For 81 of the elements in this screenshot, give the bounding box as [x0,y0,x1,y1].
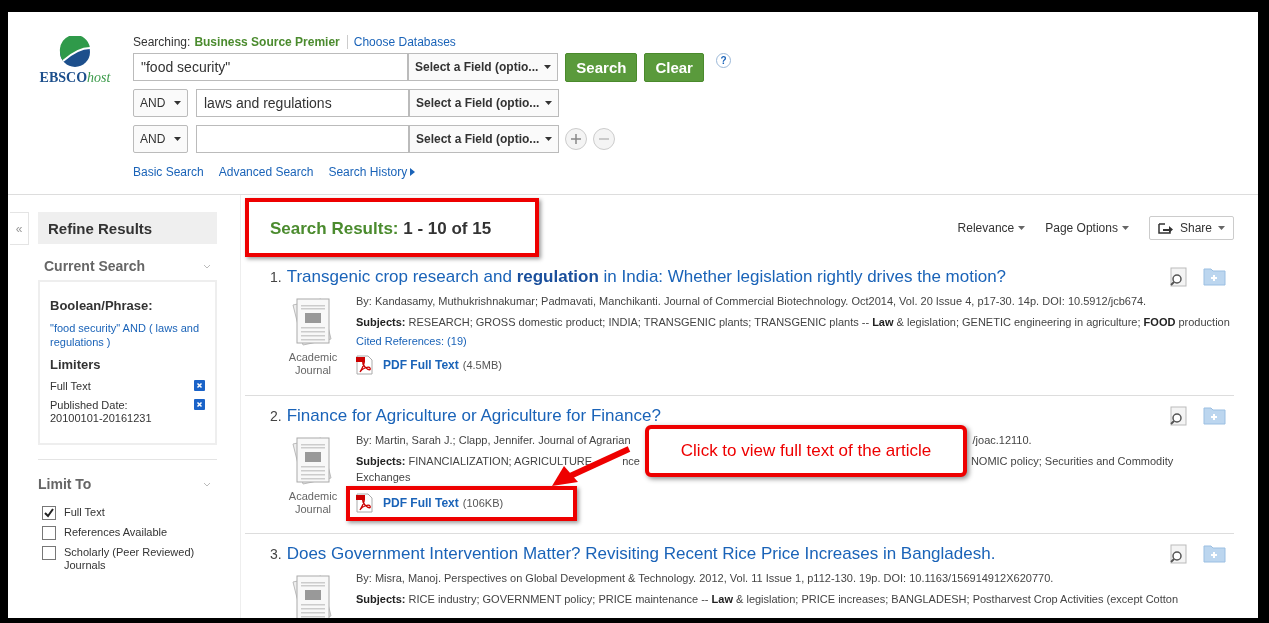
result-text: nce [622,454,640,469]
plus-icon [571,134,582,144]
option-label: References Available [64,526,168,539]
section-title: Current Search [44,258,146,274]
caret-icon [174,101,181,105]
file-size: (106KB) [462,497,504,509]
remove-icon[interactable] [194,399,205,410]
result-text: NOMIC policy; Securities and Commodity [970,454,1174,469]
result-text: Subjects: RICE industry; GOVERNMENT policy; PRICE maintenance -- Law & legislation; PRICE increases; BANGLADESH; Postharvest Crop Activities (except Cotton [356,593,1179,605]
result-title-link[interactable]: Finance for Agriculture or Agriculture for Finance? [286,406,661,425]
searching-label: Searching: [133,35,191,49]
option-label: Scholarly (Peer Reviewed) Journals [64,546,196,572]
magnifier-icon[interactable] [1169,544,1189,564]
section-title: Limit To [38,476,92,492]
search-nav-link[interactable]: Advanced Search [218,165,314,179]
checkbox[interactable] [42,546,56,560]
limiters-label: Limiters [50,357,102,372]
document-thumbnail-icon [291,436,335,486]
caret-icon [1218,225,1225,230]
result-title-link[interactable]: Transgenic crop research and regulation in India: Whether legislation rightly drives the motion? [286,267,1007,286]
magnifier-icon[interactable] [1169,406,1189,426]
pdf-icon [356,355,373,375]
result-text: Subjects: FINANCIALIZATION; AGRICULTURE [356,454,593,469]
page-options-dropdown[interactable]: Page Options [1045,220,1129,235]
caret-icon [1121,225,1129,230]
file-size: (4.5MB) [462,359,502,371]
callout: Click to view full text of the article [645,425,967,477]
result-number: 3. [270,546,282,562]
field-select[interactable]: Select a Field (optio... [408,53,559,81]
logo-icon [59,36,91,68]
result-text: Exchanges [356,471,411,483]
pdf-icon [356,493,373,513]
add-row-button[interactable] [565,128,588,150]
checkbox[interactable] [42,506,56,520]
search-nav-link[interactable]: Basic Search [133,165,204,179]
publication-type: Academic Journal [287,351,339,377]
result-text: /joac.12110. [972,433,1032,448]
limiter-text: Published Date: 20100101-20161231 [50,399,153,425]
operator-select[interactable]: AND [133,89,188,117]
cited-references-link[interactable]: Cited References: (19) [356,335,1234,347]
caret-icon [545,101,553,105]
caret-icon [545,137,553,141]
result-text: By: Kandasamy, Muthukrishnakumar; Padmavati, Manchikanti. Journal of Commercial Biotechnology. Oct2014, Vol. 20 Issue 4, p17-30. 14p. DOI: 10.5912/jcb674. [356,294,1147,309]
results-heading: Search Results: 1 - 10 of 15 [270,219,492,239]
caret-icon [174,137,181,141]
choose-databases-link[interactable]: Choose Databases [346,35,456,49]
refine-results-title: Refine Results [38,212,217,244]
publication-type: Academic Journal [287,490,339,516]
field-select[interactable]: Select a Field (optio... [409,89,560,117]
caret-icon [544,65,552,69]
search-nav-link[interactable]: Search History [328,165,417,179]
operator-select[interactable]: AND [133,125,188,153]
result-number: 2. [270,408,282,424]
result-number: 1. [270,269,282,285]
magnifier-icon[interactable] [1169,267,1189,287]
logo-text: EBSCOhost [39,70,111,86]
caret-icon [1018,225,1026,230]
boolean-label: Boolean/Phrase: [50,298,154,313]
remove-icon[interactable] [194,380,205,391]
share-icon [1157,221,1174,234]
limiter-text: Full Text [50,380,92,393]
result-text: By: Martin, Sarah J.; Clapp, Jennifer. Journal of Agrarian [356,433,631,448]
result-text: By: Misra, Manoj. Perspectives on Global Development & Technology. 2012, Vol. 11 Issue 1, p112-130. 19p. DOI: 10.1163/156914912X620770. [356,571,1054,586]
search-button[interactable]: Search [565,52,638,82]
search-field[interactable]: laws and regulations [196,89,409,117]
pdf-full-text-link[interactable]: PDF Full Text [383,358,459,372]
field-select[interactable]: Select a Field (optio... [409,125,560,153]
query-link[interactable]: "food security" AND ( laws and regulations ) [50,321,205,349]
document-thumbnail-icon [291,297,335,347]
result-title-link[interactable]: Does Government Intervention Matter? Revisiting Recent Rice Price Increases in Bangladesh. [286,544,996,563]
share-button[interactable]: Share [1148,215,1234,240]
clear-button[interactable]: Clear [644,52,704,82]
search-field[interactable]: "food security" [133,53,408,81]
sort-dropdown[interactable]: Relevance [957,220,1026,235]
result-text: Subjects: RESEARCH; GROSS domestic product; INDIA; TRANSGENIC plants; TRANSGENIC plants -- Law & legislation; GENETIC engineering in agriculture; FOOD production [356,316,1230,328]
triangle-icon [410,168,417,176]
option-label: Full Text [64,506,105,519]
pdf-full-text-link[interactable]: PDF Full Text [383,496,459,510]
checkbox[interactable] [42,526,56,540]
search-field[interactable] [196,125,409,153]
database-name: Business Source Premier [194,35,340,49]
